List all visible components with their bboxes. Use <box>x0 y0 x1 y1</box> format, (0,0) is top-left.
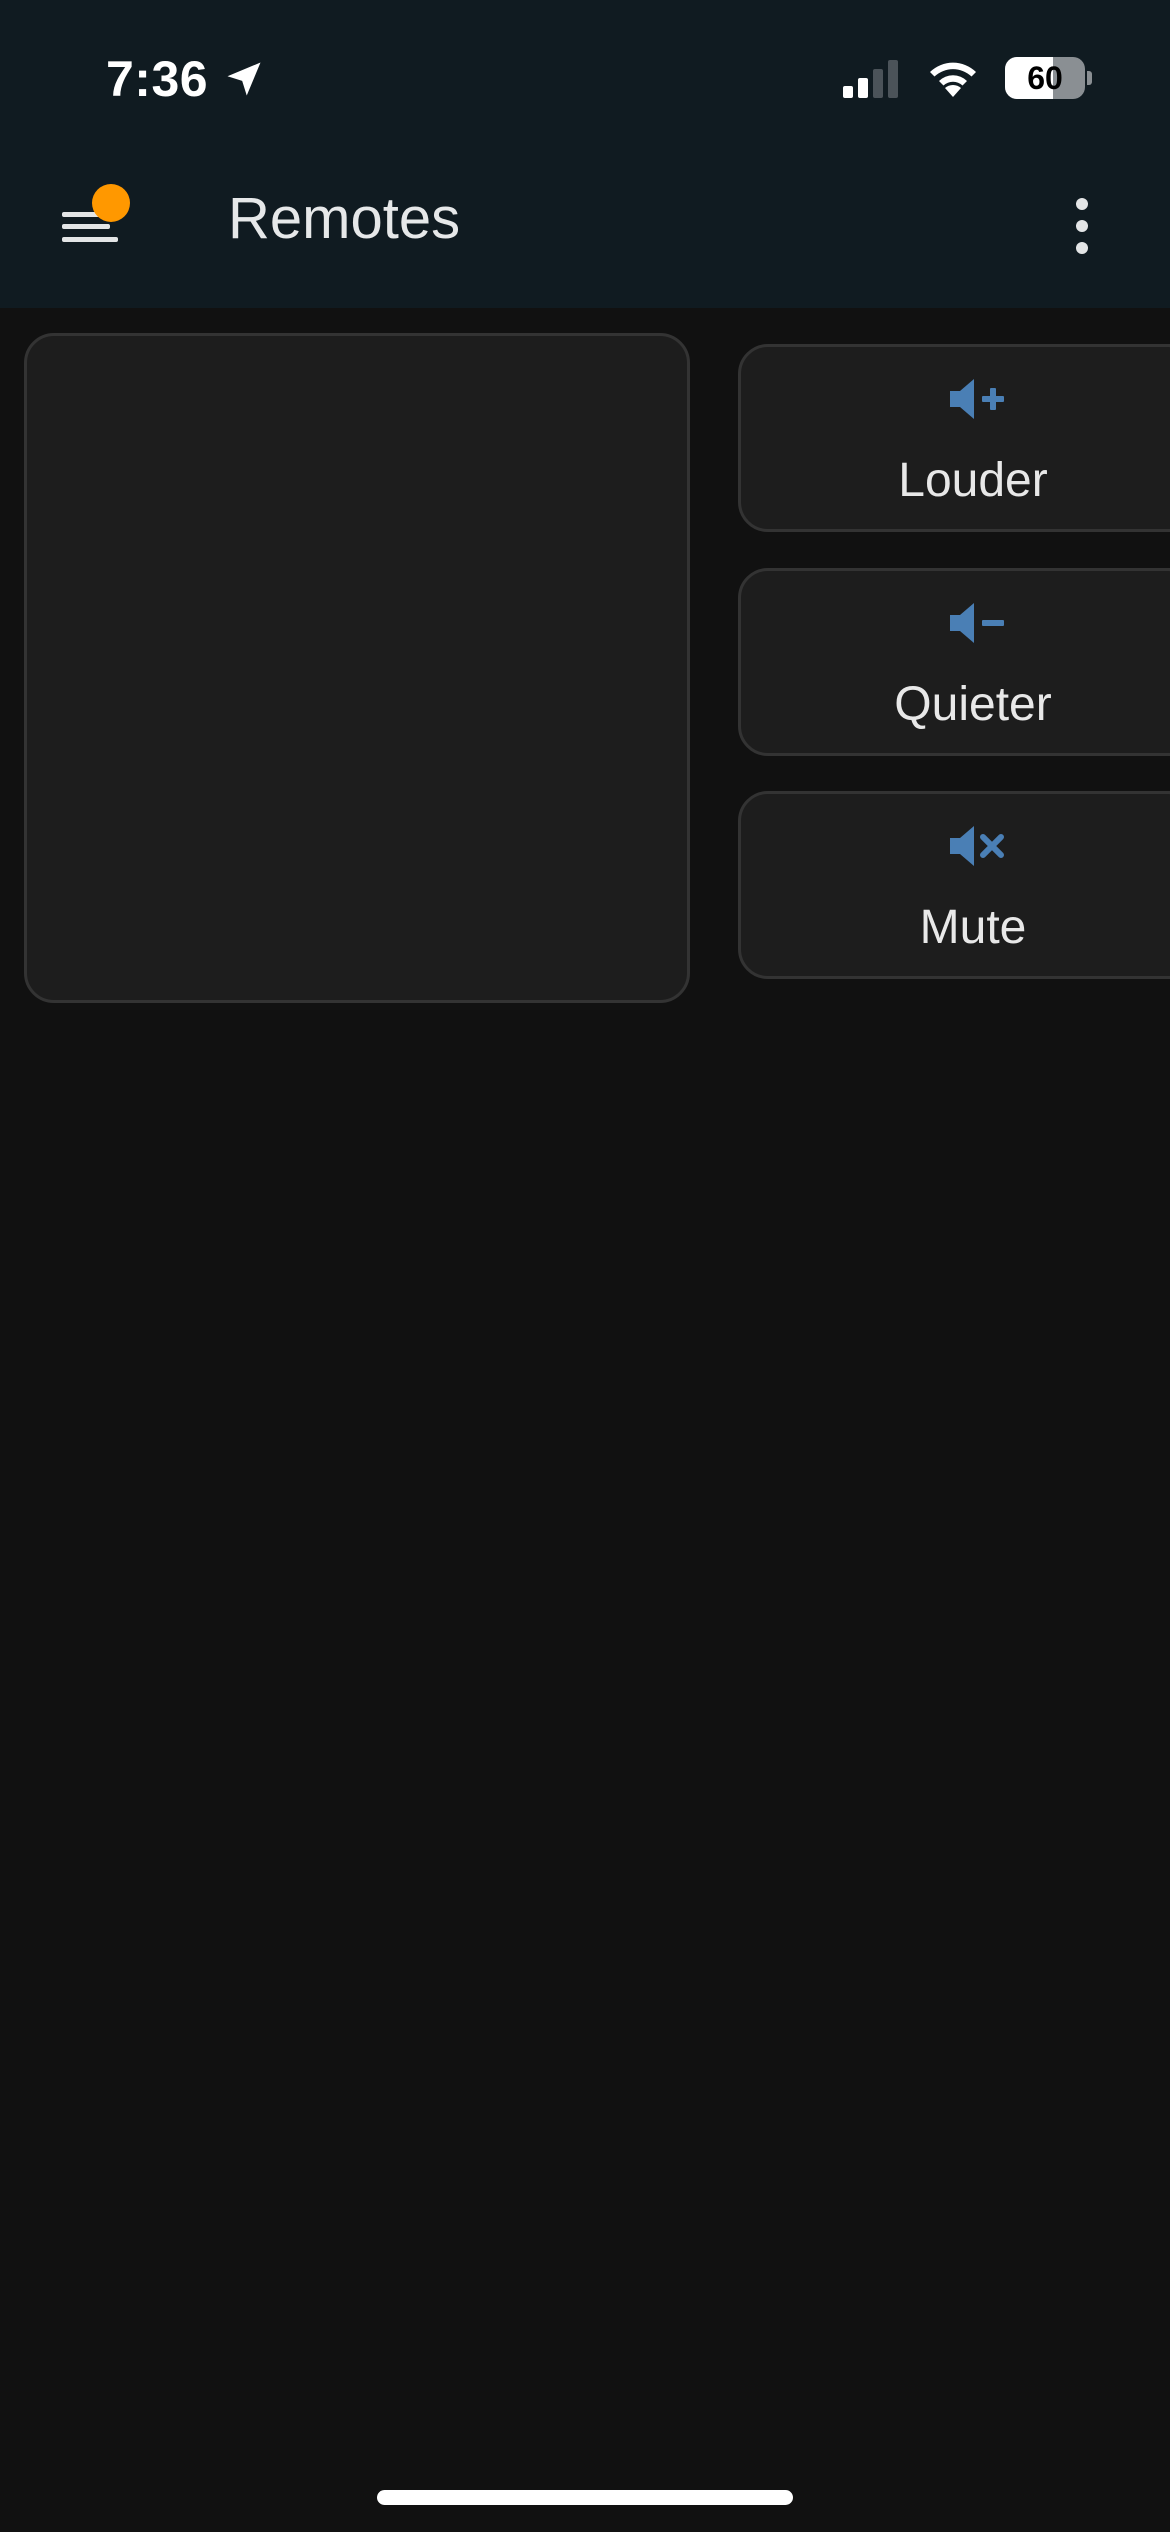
app-header: 7:36 60 Remotes <box>0 0 1170 308</box>
cellular-signal-icon <box>843 60 898 98</box>
quieter-button[interactable]: Quieter <box>738 568 1170 756</box>
wifi-icon <box>930 62 976 97</box>
status-bar-indicators: 60 <box>843 48 1092 108</box>
volume-down-icon <box>950 603 1004 643</box>
battery-icon: 60 <box>1005 57 1085 99</box>
louder-button[interactable]: Louder <box>738 344 1170 532</box>
quieter-label: Quieter <box>894 678 1052 731</box>
notification-dot <box>92 184 130 222</box>
home-indicator[interactable] <box>377 2490 793 2505</box>
status-bar-time: 7:36 <box>106 44 266 114</box>
more-options-button[interactable] <box>1052 184 1112 268</box>
more-vert-icon <box>1076 198 1088 210</box>
remotes-screen: 7:36 60 Remotes Louder Quieter Mute <box>0 0 1170 2532</box>
page-title: Remotes <box>228 186 461 251</box>
clock: 7:36 <box>106 51 209 107</box>
volume-mute-icon <box>950 826 1004 866</box>
battery-indicator: 60 <box>1005 57 1092 99</box>
louder-label: Louder <box>898 454 1048 507</box>
toolbar: Remotes <box>0 160 1170 290</box>
touchpad-area[interactable] <box>24 333 690 1003</box>
location-arrow-icon <box>227 62 261 96</box>
battery-cap <box>1087 71 1092 85</box>
battery-level: 60 <box>1027 59 1063 96</box>
mute-button[interactable]: Mute <box>738 791 1170 979</box>
mute-label: Mute <box>919 901 1027 954</box>
volume-up-icon <box>950 379 1004 419</box>
